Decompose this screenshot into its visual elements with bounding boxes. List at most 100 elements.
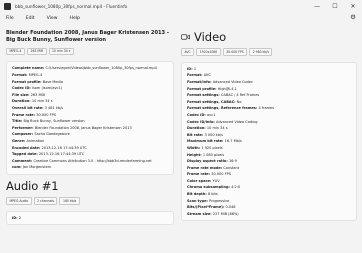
video-section-title: Video: [181, 30, 357, 44]
field-value: CABAC / 4 Ref Frames: [221, 93, 260, 98]
field-row: ID: 1: [187, 66, 197, 71]
tag-duration: 10 min 34 s: [48, 47, 74, 56]
field-row: Bits/(Pixel*Frame): 0.048: [187, 205, 236, 210]
field-value: 30.000 FPS: [36, 112, 56, 117]
field-value: Constant: [223, 165, 240, 170]
tag-video-bitrate: 2 980 kb/s: [249, 48, 273, 56]
field-value: No: [236, 99, 242, 104]
menu-view[interactable]: View: [47, 16, 58, 21]
field-value: 10 min 34 s: [206, 126, 228, 131]
audio-section-title: Audio #1: [6, 179, 174, 193]
field-row: Scan type: Progressive: [187, 198, 230, 203]
field-value: Big Buck Bunny, Sunflower version: [23, 119, 85, 124]
audio-card: ID: 2: [6, 210, 174, 226]
field-label: Format: [187, 73, 202, 78]
field-row: Format settings: CABAC / 4 Ref Frames: [187, 93, 260, 98]
field-value: 2013-12-16 17:44:39 UTC: [38, 152, 85, 157]
field-row: Stream size: 227 MiB (86%): [187, 211, 239, 216]
field-label: Scan type: [187, 198, 207, 203]
menu-file[interactable]: File: [6, 16, 14, 21]
field-label: Stream size: [187, 211, 211, 216]
title-bar: bbb_sunflower_1080p_30fps_normal.mp4 - F…: [0, 0, 362, 13]
field-value: 1: [193, 66, 197, 71]
field-value: High@L4.1: [217, 86, 237, 91]
field-value: Advanced Video Codec: [212, 79, 253, 84]
field-label: Format: [12, 72, 27, 77]
field-value: 227 MiB (86%): [212, 211, 239, 216]
audio-field: ID: 2: [12, 215, 22, 220]
field-row: Display aspect ratio: 16:9: [187, 159, 237, 164]
field-label: Comment: [12, 158, 31, 163]
field-row: Format: MPEG-4: [12, 72, 43, 77]
field-row: Genre: Animation: [12, 138, 45, 143]
field-row: Duration: 10 min 34 s: [12, 99, 53, 104]
window-title: bbb_sunflower_1080p_30fps_normal.mp4 - F…: [15, 4, 128, 9]
field-row: Bit rate: 3 000 kb/s: [187, 132, 223, 137]
tag-audio-channels: 2 channels: [33, 196, 58, 205]
field-value: 4 frames: [258, 106, 275, 111]
tag-size: 263 MiB: [26, 47, 47, 56]
field-row: Composer: Sacha Goedegebure: [12, 132, 70, 137]
app-window: bbb_sunflower_1080p_30fps_normal.mp4 - F…: [0, 0, 362, 253]
field-label: Width: [187, 145, 199, 150]
field-value: Sacha Goedegebure: [34, 132, 70, 137]
field-label: Duration: [12, 99, 30, 104]
general-tags: MPEG-4 263 MiB 10 min 34 s: [6, 47, 174, 56]
field-row: Encoded date: 2013-12-16 17:44:39 UTC: [12, 145, 87, 150]
field-row: Height: 1 080 pixels: [187, 152, 225, 157]
field-label: Bits/(Pixel*Frame): [187, 205, 223, 210]
field-row: Frame rate: 30.000 FPS: [187, 172, 231, 177]
menu-help[interactable]: Help: [70, 16, 80, 21]
field-row: Format: AVC: [187, 73, 211, 78]
field-value: Animation: [26, 138, 45, 143]
video-heading: Video: [194, 30, 227, 44]
field-value: Blender Foundation 2008, Janus Bager Kri…: [34, 125, 132, 130]
tag-video-resolution: 1920x1080: [196, 48, 221, 56]
maximize-button[interactable]: ☐: [326, 0, 344, 13]
field-row: Codec ID/Info: Advanced Video Coding: [187, 119, 258, 124]
field-row: Complete name: C:\Users\egon\Videos\bbb_…: [12, 66, 157, 71]
field-row: Overall bit rate: 3 481 kb/s: [12, 105, 64, 110]
tag-audio-format: MPEG Audio: [6, 196, 32, 205]
video-card: ID: 1 Format: AVC Format/Info: Advanced Vi…: [181, 61, 357, 222]
field-row: Frame rate: 30.000 FPS: [12, 112, 56, 117]
field-value: YUV: [212, 178, 220, 183]
field-label: Format settings: [187, 93, 219, 98]
field-label: Codec ID: [187, 112, 205, 117]
minimize-button[interactable]: —: [308, 0, 326, 13]
field-row: Codec ID: isom (isom/avc1): [12, 86, 63, 91]
field-label: Height: [187, 152, 201, 157]
field-label: Format profile: [12, 79, 41, 84]
field-value: 16.7 Mb/s: [224, 139, 242, 144]
field-value: 16:9: [228, 159, 237, 164]
tag-format: MPEG-4: [6, 47, 25, 56]
field-label: Frame rate mode: [187, 165, 221, 170]
menu-edit[interactable]: Edit: [26, 16, 35, 21]
field-label: Codec ID: [12, 86, 30, 91]
field-label: Encoded date: [12, 145, 39, 150]
close-button[interactable]: ✕: [344, 0, 362, 13]
field-row: Tagged date: 2013-12-16 17:44:39 UTC: [12, 152, 85, 157]
field-value: 263 MiB: [30, 92, 45, 97]
field-label: Frame rate: [12, 112, 34, 117]
field-row: Format profile: High@L4.1: [187, 86, 237, 91]
general-card: Complete name: C:\Users\egon\Videos\bbb_…: [6, 61, 174, 175]
field-row: File size: 263 MiB: [12, 92, 45, 97]
field-label: Format settings, CABAC: [187, 99, 235, 104]
field-label: Overall bit rate: [12, 105, 43, 110]
field-row: Format/Info: Advanced Video Codec: [187, 79, 253, 84]
field-row: Width: 1 920 pixels: [187, 145, 223, 150]
general-panel: Blender Foundation 2008, Janus Bager Kri…: [6, 30, 174, 253]
field-label: Format settings, Reference frames: [187, 106, 256, 111]
gear-icon[interactable]: ⚙: [350, 13, 356, 21]
field-label: Title: [12, 119, 21, 124]
field-value: Base Media: [42, 79, 63, 84]
field-value: C:\Users\egon\Videos\bbb_sunflower_1080p…: [45, 66, 157, 71]
field-value: Progressive: [209, 198, 230, 203]
field-value: Advanced Video Coding: [215, 119, 258, 124]
field-row: Color space: YUV: [187, 178, 220, 183]
field-value: MPEG-4: [28, 72, 43, 77]
field-value: 30.000 FPS: [211, 172, 231, 177]
field-value: avc1: [206, 112, 216, 117]
field-row: Codec ID: avc1: [187, 112, 216, 117]
